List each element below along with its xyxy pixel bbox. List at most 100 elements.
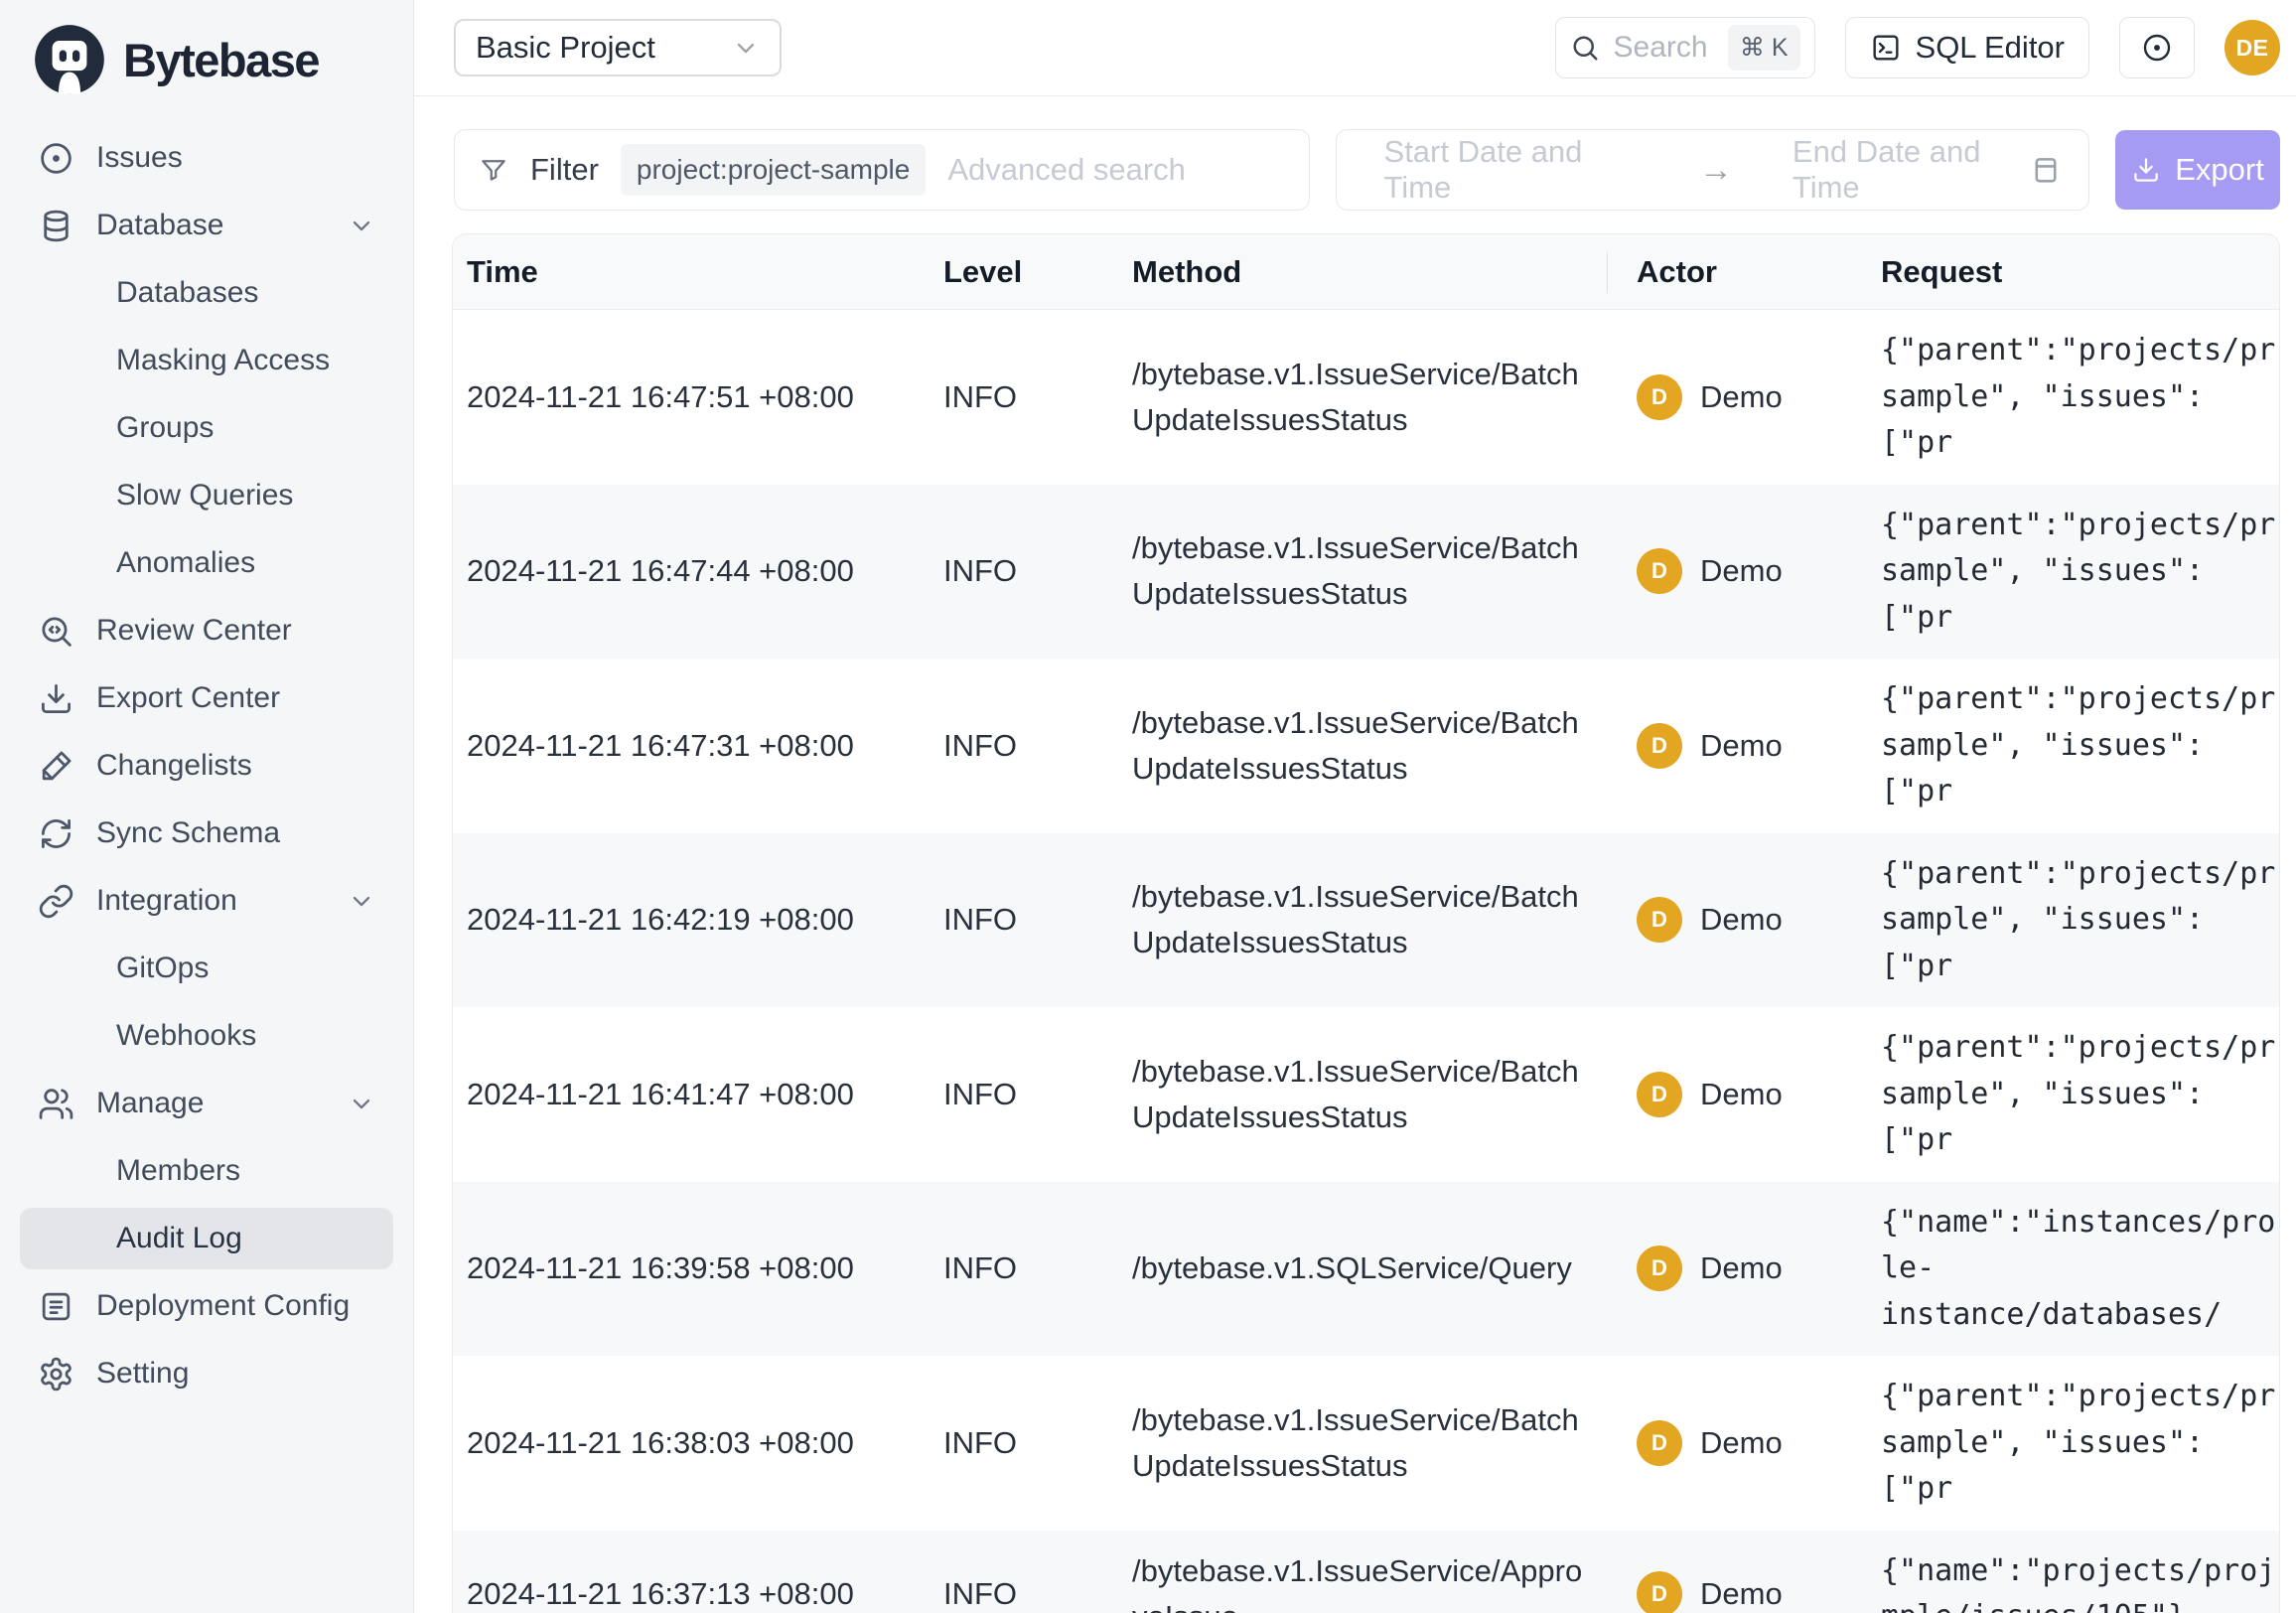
chevron-down-icon [732, 34, 760, 62]
sidebar-item-sync-schema[interactable]: Sync Schema [20, 803, 393, 864]
actor-name: Demo [1700, 902, 1783, 938]
actor-avatar: D [1637, 548, 1682, 594]
table-row[interactable]: 2024-11-21 16:38:03 +08:00 INFO /bytebas… [453, 1356, 2279, 1531]
sidebar-item-gitops[interactable]: GitOps [20, 938, 393, 999]
circle-dot-icon [2141, 32, 2173, 64]
cell-method: /bytebase.v1.IssueService/BatchUpdateIss… [1118, 856, 1607, 983]
actor-name: Demo [1700, 1576, 1783, 1612]
sidebar-item-databases[interactable]: Databases [20, 262, 393, 324]
cell-level: INFO [930, 1558, 1118, 1613]
table-row[interactable]: 2024-11-21 16:47:31 +08:00 INFO /bytebas… [453, 659, 2279, 833]
date-range-picker[interactable]: Start Date and Time → End Date and Time [1336, 129, 2090, 211]
sql-editor-button[interactable]: SQL Editor [1845, 17, 2089, 78]
download-icon [2131, 155, 2161, 185]
actor-name: Demo [1700, 1425, 1783, 1461]
actor-avatar: D [1637, 1072, 1682, 1117]
sidebar-item-masking-access[interactable]: Masking Access [20, 330, 393, 391]
download-icon [38, 680, 74, 717]
cell-level: INFO [930, 1407, 1118, 1479]
brand-name: Bytebase [123, 33, 319, 87]
actor-avatar: D [1637, 723, 1682, 769]
filter-tag-chip[interactable]: project:project-sample [621, 144, 926, 196]
cell-actor: D Demo [1607, 1228, 1867, 1309]
cell-time: 2024-11-21 16:47:31 +08:00 [453, 710, 930, 782]
sidebar-item-label: Setting [96, 1357, 189, 1391]
column-header-actor[interactable]: Actor [1607, 254, 1867, 290]
chevron-down-icon[interactable] [348, 1090, 375, 1117]
cell-actor: D Demo [1607, 705, 1867, 787]
pencil-ruler-icon [38, 748, 74, 785]
database-icon [38, 208, 74, 244]
cell-request: {"parent":"projects/pr sample", "issues"… [1867, 659, 2279, 833]
sidebar-item-groups[interactable]: Groups [20, 397, 393, 459]
project-select-value: Basic Project [476, 30, 655, 66]
sidebar-item-deployment-config[interactable]: Deployment Config [20, 1275, 393, 1337]
gear-icon [38, 1356, 74, 1393]
sidebar-item-label: Issues [96, 141, 183, 175]
table-body: 2024-11-21 16:47:51 +08:00 INFO /bytebas… [453, 310, 2279, 1613]
end-date-placeholder: End Date and Time [1793, 134, 2029, 206]
sidebar-item-integration[interactable]: Integration [20, 870, 393, 932]
table-row[interactable]: 2024-11-21 16:39:58 +08:00 INFO /bytebas… [453, 1182, 2279, 1357]
sidebar-item-issues[interactable]: Issues [20, 127, 393, 189]
export-label: Export [2175, 152, 2264, 188]
sidebar-item-slow-queries[interactable]: Slow Queries [20, 465, 393, 526]
start-date-placeholder: Start Date and Time [1384, 134, 1630, 206]
cell-actor: D Demo [1607, 879, 1867, 960]
project-select[interactable]: Basic Project [454, 19, 782, 76]
export-button[interactable]: Export [2115, 130, 2280, 210]
column-header-level[interactable]: Level [930, 254, 1118, 290]
cell-actor: D Demo [1607, 1402, 1867, 1484]
column-divider[interactable] [1607, 251, 1608, 293]
table-row[interactable]: 2024-11-21 16:41:47 +08:00 INFO /bytebas… [453, 1007, 2279, 1182]
cell-level: INFO [930, 1059, 1118, 1130]
search-icon [1570, 33, 1600, 63]
sidebar-item-label: Export Center [96, 681, 280, 715]
sidebar-item-webhooks[interactable]: Webhooks [20, 1005, 393, 1067]
chevron-down-icon[interactable] [348, 887, 375, 915]
sidebar-item-anomalies[interactable]: Anomalies [20, 532, 393, 594]
cell-method: /bytebase.v1.IssueService/BatchUpdateIss… [1118, 682, 1607, 809]
sidebar-item-export-center[interactable]: Export Center [20, 667, 393, 729]
sidebar-item-label: Databases [116, 276, 258, 310]
sidebar-item-manage[interactable]: Manage [20, 1073, 393, 1134]
search-placeholder: Search [1614, 31, 1714, 65]
sidebar-item-review-center[interactable]: Review Center [20, 600, 393, 661]
table-row[interactable]: 2024-11-21 16:37:13 +08:00 INFO /bytebas… [453, 1531, 2279, 1613]
table-row[interactable]: 2024-11-21 16:42:19 +08:00 INFO /bytebas… [453, 833, 2279, 1008]
sidebar-item-label: Members [116, 1154, 240, 1188]
cell-level: INFO [930, 1233, 1118, 1304]
chevron-down-icon[interactable] [348, 212, 375, 239]
cell-time: 2024-11-21 16:41:47 +08:00 [453, 1059, 930, 1130]
link-icon [38, 883, 74, 920]
cell-request: {"name":"projects/proj mple/issues/105"} [1867, 1531, 2279, 1613]
cell-time: 2024-11-21 16:42:19 +08:00 [453, 884, 930, 955]
sidebar-item-changelists[interactable]: Changelists [20, 735, 393, 797]
cell-time: 2024-11-21 16:38:03 +08:00 [453, 1407, 930, 1479]
sql-editor-label: SQL Editor [1916, 30, 2065, 66]
cell-level: INFO [930, 362, 1118, 433]
table-row[interactable]: 2024-11-21 16:47:51 +08:00 INFO /bytebas… [453, 310, 2279, 485]
actor-name: Demo [1700, 728, 1783, 764]
cell-request: {"parent":"projects/pr sample", "issues"… [1867, 310, 2279, 485]
table-row[interactable]: 2024-11-21 16:47:44 +08:00 INFO /bytebas… [453, 485, 2279, 660]
sidebar-item-members[interactable]: Members [20, 1140, 393, 1202]
cell-method: /bytebase.v1.SQLService/Query [1118, 1228, 1607, 1309]
filter-search-input[interactable]: Filter project:project-sample Advanced s… [454, 129, 1310, 211]
sidebar-item-setting[interactable]: Setting [20, 1343, 393, 1404]
circle-dot-button[interactable] [2119, 17, 2195, 78]
file-lines-icon [38, 1288, 74, 1325]
sidebar-item-label: Anomalies [116, 546, 255, 580]
sidebar: Bytebase Issues Database Databases Maski… [0, 0, 414, 1613]
user-avatar[interactable]: DE [2224, 20, 2280, 75]
column-header-request[interactable]: Request [1867, 254, 2279, 290]
table-header-row: Time Level Method Actor Request [453, 234, 2279, 310]
column-header-time[interactable]: Time [453, 254, 930, 290]
bytebase-logo[interactable]: Bytebase [20, 18, 393, 101]
sidebar-item-audit-log[interactable]: Audit Log [20, 1208, 393, 1269]
search-input[interactable]: Search ⌘ K [1555, 17, 1815, 78]
column-header-method[interactable]: Method [1118, 254, 1607, 290]
cell-time: 2024-11-21 16:47:51 +08:00 [453, 362, 930, 433]
sidebar-item-database[interactable]: Database [20, 195, 393, 256]
cell-request: {"name":"instances/pro le-instance/datab… [1867, 1182, 2279, 1357]
